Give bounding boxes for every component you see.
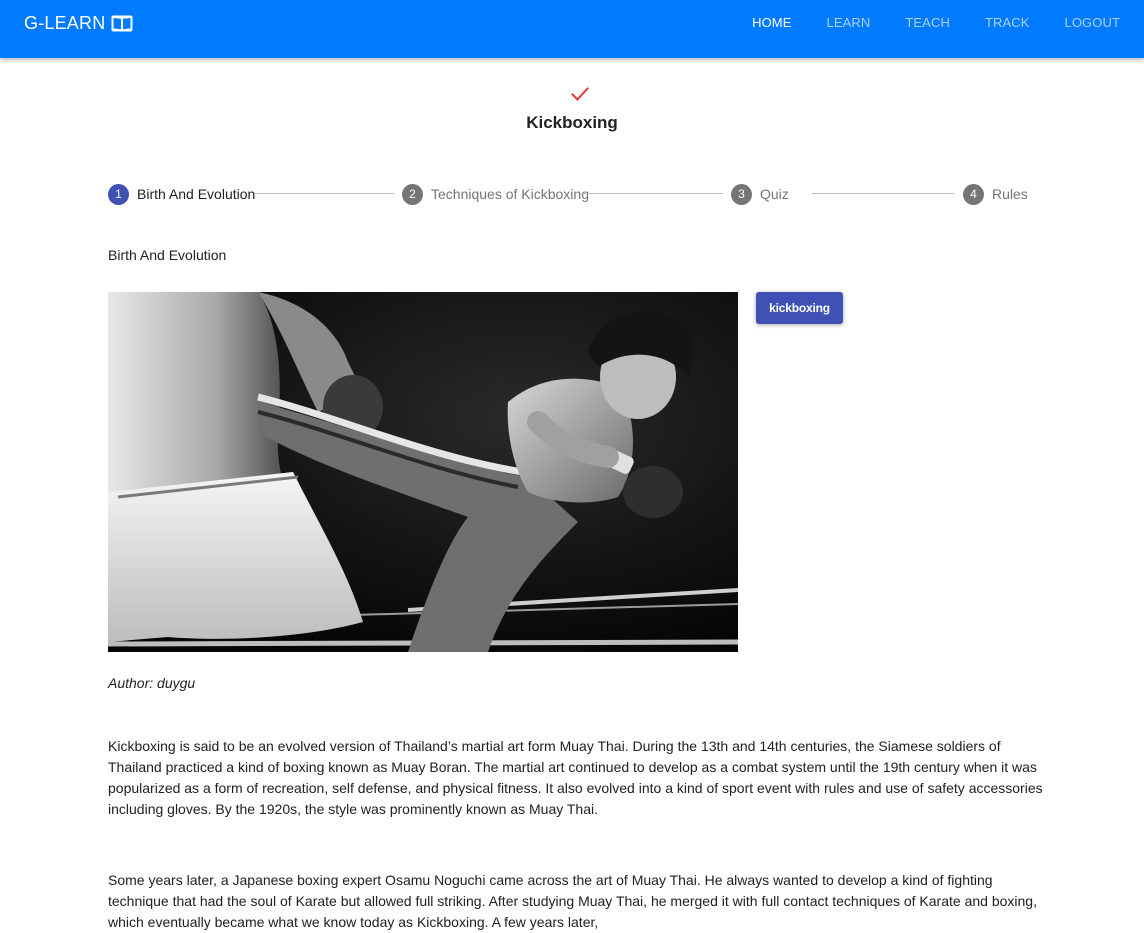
page-title: Kickboxing — [526, 113, 618, 132]
kickboxing-photo — [108, 292, 738, 652]
nav-logout[interactable]: LOGOUT — [1065, 15, 1121, 30]
step-number: 1 — [108, 183, 129, 205]
brand-name: G-LEARN — [24, 12, 106, 33]
lesson-stepper: 1 Birth And Evolution 2 Techniques of Ki… — [108, 183, 1028, 205]
step-number: 3 — [731, 183, 752, 205]
app-bar: G-LEARN HOME LEARN TEACH TRACK LOGOUT — [0, 0, 1144, 58]
content-paragraph: Some years later, a Japanese boxing expe… — [108, 872, 1037, 930]
step-rules[interactable]: 4 Rules — [963, 183, 1028, 205]
step-connector — [254, 193, 394, 194]
author-line: Author: duygu — [108, 675, 196, 691]
open-book-icon — [111, 15, 133, 31]
step-number: 4 — [963, 183, 984, 205]
tag-button-kickboxing[interactable]: kickboxing — [756, 292, 843, 324]
main-nav: HOME LEARN TEACH TRACK LOGOUT — [717, 15, 1120, 30]
section-title: Birth And Evolution — [108, 247, 227, 263]
step-connector — [580, 193, 723, 194]
step-label: Rules — [992, 186, 1028, 202]
step-label: Quiz — [760, 186, 789, 202]
step-birth-and-evolution[interactable]: 1 Birth And Evolution — [108, 183, 255, 205]
nav-teach[interactable]: TEACH — [905, 15, 950, 30]
nav-learn[interactable]: LEARN — [827, 15, 871, 30]
nav-home[interactable]: HOME — [752, 15, 791, 30]
step-number: 2 — [402, 183, 423, 205]
step-label: Birth And Evolution — [137, 186, 256, 202]
step-connector — [812, 193, 954, 194]
step-techniques-of-kickboxing[interactable]: 2 Techniques of Kickboxing — [402, 183, 589, 205]
brand-logo[interactable]: G-LEARN — [24, 11, 133, 35]
step-quiz[interactable]: 3 Quiz — [731, 183, 789, 205]
nav-track[interactable]: TRACK — [985, 15, 1030, 30]
kickboxing-photo-illustration — [108, 292, 738, 652]
step-label: Techniques of Kickboxing — [431, 186, 589, 202]
check-icon — [571, 87, 589, 101]
content-paragraph: Kickboxing is said to be an evolved vers… — [108, 738, 1043, 817]
